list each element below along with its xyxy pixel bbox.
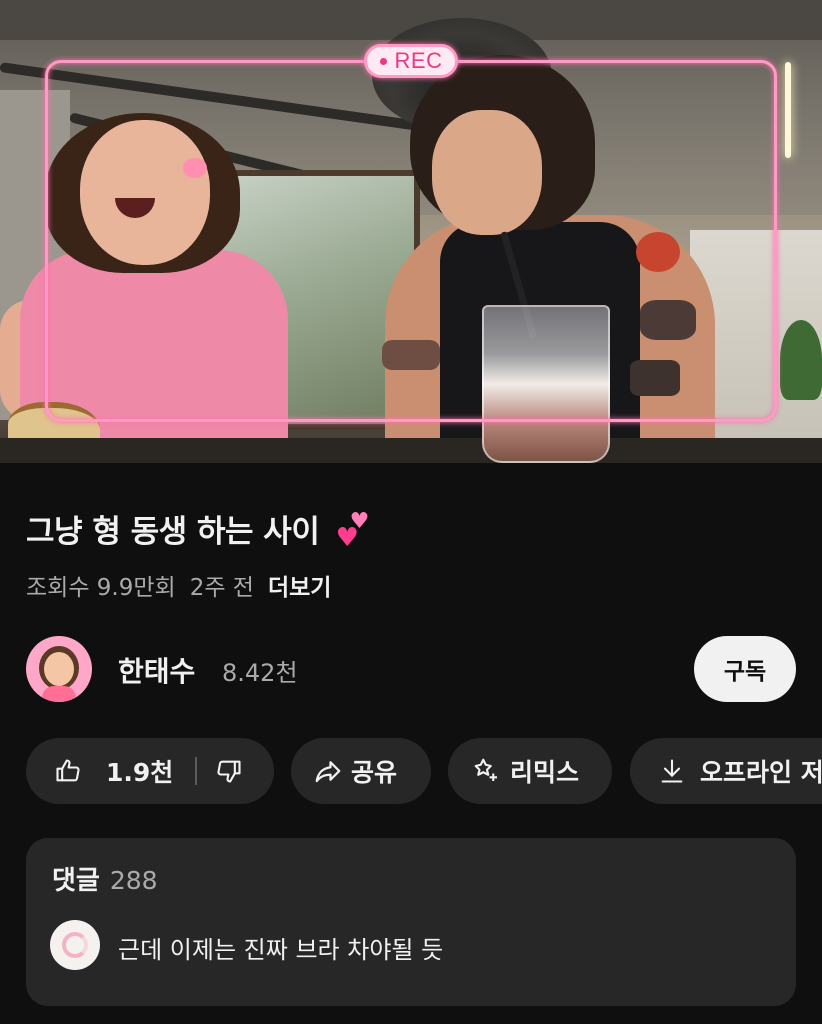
share-arrow-icon xyxy=(315,761,341,783)
video-frame-light xyxy=(785,62,791,158)
video-title-text: 그냥 형 동생 하는 사이 xyxy=(26,514,320,550)
comments-label: 댓글 xyxy=(52,866,100,896)
like-count: 1.9천 xyxy=(106,758,174,787)
remix-label: 리믹스 xyxy=(510,758,580,787)
rec-overlay-frame xyxy=(45,60,777,422)
rec-badge-label: REC xyxy=(394,48,443,73)
view-count: 조회수 9.9만회 xyxy=(26,575,176,601)
rec-dot-icon xyxy=(379,57,387,65)
subscriber-count: 8.42천 xyxy=(222,659,298,687)
share-label: 공유 xyxy=(351,758,398,787)
channel-avatar[interactable] xyxy=(26,636,92,702)
offline-label: 오프라인 저 xyxy=(700,758,822,787)
swirl-icon xyxy=(62,932,88,958)
two-hearts-icon: ♥ ♥ xyxy=(335,509,370,553)
subscribe-button[interactable]: 구독 xyxy=(694,636,796,702)
comments-count: 288 xyxy=(109,866,158,895)
video-frame-plant xyxy=(780,320,822,400)
rec-badge: REC xyxy=(364,44,458,78)
like-dislike-pill: 1.9천 xyxy=(26,738,274,804)
remix-button[interactable]: 리믹스 xyxy=(448,738,612,804)
offline-save-button[interactable]: 오프라인 저 xyxy=(630,738,822,804)
remix-icon xyxy=(474,758,497,781)
thumbs-down-icon[interactable] xyxy=(215,757,243,785)
share-button[interactable]: 공유 xyxy=(291,738,431,804)
action-bar: 1.9천 공유 리믹스 오프라인 저 xyxy=(26,738,822,804)
like-button[interactable]: 1.9천 xyxy=(54,753,173,789)
top-comment-text: 근데 이제는 진짜 브라 차야될 듯 xyxy=(118,936,444,964)
upload-age: 2주 전 xyxy=(189,575,254,601)
channel-name[interactable]: 한태수 xyxy=(118,650,195,690)
avatar-body xyxy=(42,686,76,702)
commenter-avatar xyxy=(50,920,100,970)
more-link[interactable]: 더보기 xyxy=(268,568,331,602)
video-frame-table xyxy=(0,438,822,463)
video-title[interactable]: 그냥 형 동생 하는 사이 ♥ ♥ xyxy=(26,506,372,553)
video-player[interactable]: REC xyxy=(0,0,822,463)
comments-panel[interactable]: 댓글 288 근데 이제는 진짜 브라 차야될 듯 xyxy=(26,838,796,1006)
avatar-face xyxy=(44,652,74,686)
thumbs-up-icon xyxy=(56,759,80,782)
channel-row: 한태수 8.42천 구독 xyxy=(26,636,796,704)
like-divider xyxy=(195,757,198,785)
comments-header: 댓글 288 xyxy=(52,860,158,897)
download-icon xyxy=(661,759,683,783)
video-meta[interactable]: 조회수 9.9만회 2주 전 더보기 xyxy=(26,568,331,602)
